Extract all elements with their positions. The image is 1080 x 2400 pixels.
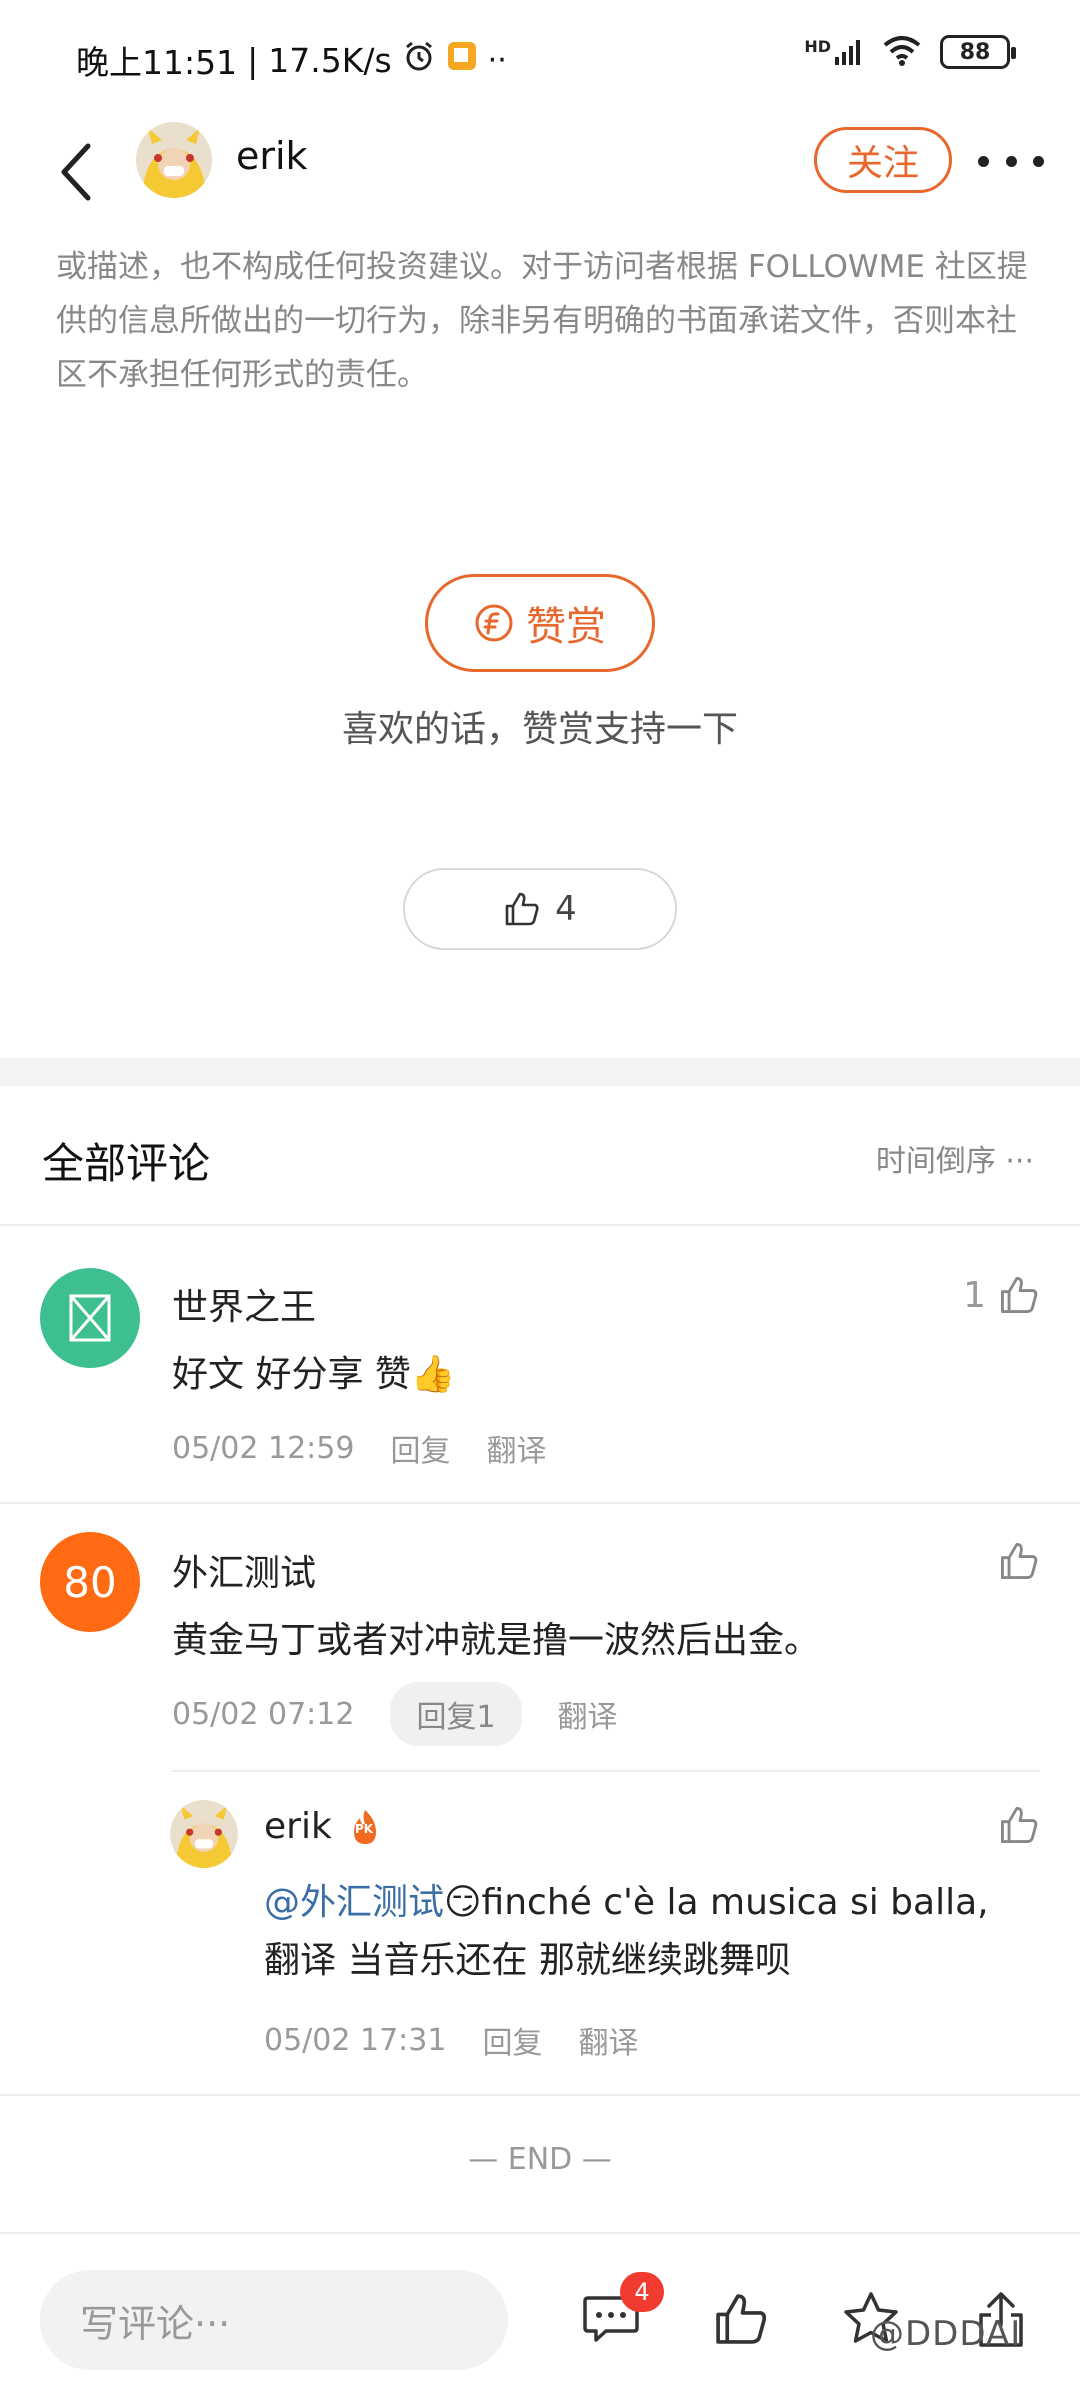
comments-header: 全部评论 时间倒序 ···	[0, 1086, 1080, 1226]
comment-meta: 05/02 07:12 回复1 翻译	[172, 1682, 618, 1746]
bottom-action-bar: 写评论··· 4 @DDDAI	[0, 2232, 1080, 2400]
reply-count-button[interactable]: 回复1	[390, 1682, 522, 1746]
commenter-name[interactable]: 外汇测试	[172, 1544, 316, 1596]
comment-text: 好文 好分享 赞👍	[172, 1354, 456, 1395]
avatar-text: 80	[63, 1557, 117, 1607]
reply-button[interactable]: 回复	[482, 2018, 542, 2062]
thumbs-up-icon	[1000, 1542, 1038, 1580]
like-button[interactable]	[706, 2284, 776, 2354]
alarm-icon	[402, 39, 436, 81]
dot	[978, 155, 989, 167]
watermark: @DDDAI	[870, 2314, 1022, 2354]
translate-button[interactable]: 翻译	[486, 1426, 546, 1470]
thumbs-up-icon	[1000, 1806, 1038, 1844]
commenter-name[interactable]: 世界之王	[172, 1278, 316, 1330]
like-count: 4	[555, 889, 577, 929]
translate-button[interactable]: 翻译	[578, 2018, 638, 2062]
section-divider	[0, 1058, 1080, 1086]
back-arrow-icon	[61, 143, 91, 201]
comment-time: 05/02 12:59	[172, 1430, 355, 1466]
status-left: 晚上11:51 | 17.5K/s ··	[76, 36, 507, 84]
article-disclaimer: 或描述，也不构成任何投资建议。对于访问者根据 FOLLOWME 社区提供的信息所…	[56, 249, 1028, 393]
thumbs-up-icon	[1000, 1276, 1038, 1314]
status-right: HD 88	[804, 34, 1016, 70]
more-notifications-icon: ··	[487, 42, 507, 78]
author-name[interactable]: erik	[236, 134, 308, 178]
reply-avatar[interactable]	[170, 1800, 238, 1868]
reward-button[interactable]: 赞赏	[425, 574, 655, 672]
reward-caption: 喜欢的话，赞赏支持一下	[341, 709, 738, 750]
reply-text: @外汇测试😏finché c'è la musica si balla, 翻译 …	[264, 1874, 1054, 1990]
author-avatar[interactable]	[136, 122, 212, 198]
reply-meta: 05/02 17:31 回复 翻译	[264, 2018, 638, 2062]
comment-item: 世界之王 1 好文 好分享 赞👍 05/02 12:59 回复 翻译	[0, 1226, 1080, 1502]
commenter-avatar[interactable]: 80	[40, 1532, 140, 1632]
reply-mention-link[interactable]: @外汇测试	[264, 1882, 444, 1923]
reply-time: 05/02 17:31	[264, 2022, 447, 2058]
coin-icon	[475, 604, 513, 642]
reply-item: erik PK @外汇测试😏finché c'è la musica si ba…	[0, 1772, 1080, 2092]
reply-button[interactable]: 回复	[390, 1426, 450, 1470]
comment-meta: 05/02 12:59 回复 翻译	[172, 1426, 546, 1470]
comment-like-count: 1	[963, 1274, 986, 1316]
comment-item: 80 外汇测试 黄金马丁或者对冲就是撸一波然后出金。 05/02 07:12 回…	[0, 1504, 1080, 2094]
comments-title: 全部评论	[42, 1139, 211, 1188]
reply-line-1: 😏finché c'è la musica si balla,	[444, 1882, 989, 1923]
divider	[0, 2094, 1080, 2096]
status-time: 晚上11:51	[76, 43, 238, 82]
reply-like-button[interactable]	[998, 1804, 1040, 1846]
comment-time: 05/02 07:12	[172, 1696, 355, 1732]
battery-indicator: 88	[940, 35, 1016, 69]
status-bar: 晚上11:51 | 17.5K/s ·· HD 88	[0, 0, 1080, 120]
wifi-icon	[882, 34, 922, 70]
comment-like-button[interactable]	[998, 1540, 1040, 1582]
follow-button[interactable]: 关注	[814, 127, 952, 193]
commenter-avatar[interactable]	[40, 1268, 140, 1368]
status-separator: |	[247, 40, 259, 80]
reply-author-name[interactable]: erik	[264, 1806, 332, 1847]
comment-count-badge: 4	[620, 2272, 664, 2312]
network-type: HD	[804, 37, 831, 56]
more-options-button[interactable]	[978, 136, 1044, 186]
dot	[1033, 155, 1044, 167]
translate-button[interactable]: 翻译	[558, 1692, 618, 1736]
reward-label: 赞赏	[526, 604, 606, 650]
reply-line-2: 翻译 当音乐还在 那就继续跳舞呗	[264, 1940, 791, 1981]
thumbs-up-icon	[716, 2294, 767, 2344]
comment-like-button[interactable]: 1	[963, 1274, 1040, 1316]
end-of-list-marker: — END —	[468, 2142, 612, 2177]
top-bar: erik 关注	[0, 112, 1080, 234]
cell-signal-icon: HD	[804, 37, 864, 67]
back-button[interactable]	[46, 132, 106, 212]
pk-badge-icon: PK	[348, 1808, 382, 1846]
status-speed: 17.5K/s	[268, 40, 392, 80]
broken-image-icon	[69, 1294, 111, 1342]
article-like-button[interactable]: 4	[403, 868, 677, 950]
pk-badge-text: PK	[355, 1822, 374, 1836]
write-comment-input[interactable]: 写评论···	[40, 2270, 508, 2370]
thumbs-up-icon	[505, 892, 539, 926]
comment-text: 黄金马丁或者对冲就是撸一波然后出金。	[172, 1620, 821, 1661]
dot	[1005, 155, 1017, 167]
sort-order-button[interactable]: 时间倒序 ···	[876, 1136, 1034, 1180]
notification-app-icon	[446, 40, 478, 80]
